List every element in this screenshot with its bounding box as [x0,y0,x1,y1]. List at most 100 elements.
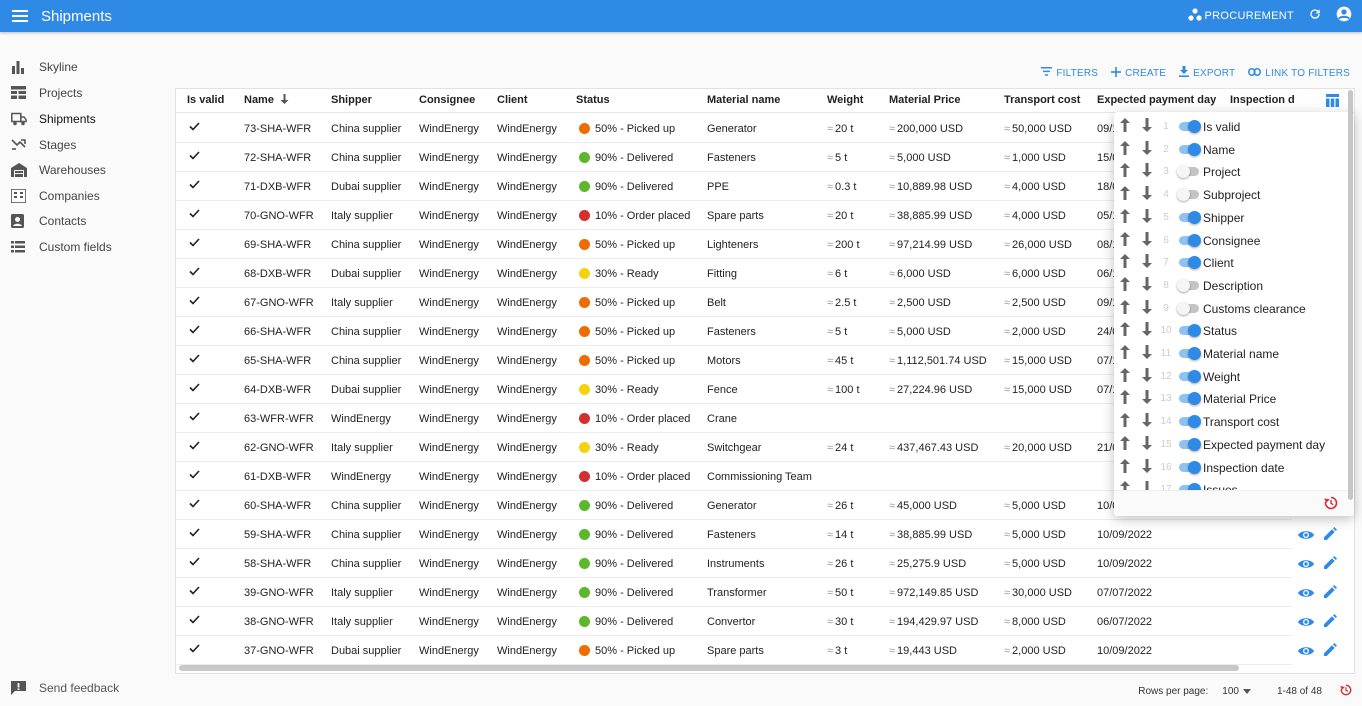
arrow-up-icon[interactable] [1119,231,1131,251]
column-visibility-toggle[interactable] [1177,278,1199,292]
arrow-up-icon[interactable] [1119,367,1131,387]
view-icon[interactable] [1298,586,1314,604]
sidebar-item-stages[interactable]: Stages [0,133,170,157]
arrow-up-icon[interactable] [1119,276,1131,296]
table-row[interactable]: 59-SHA-WFR China supplier WindEnergy WindEn… [176,520,1354,549]
arrow-up-icon[interactable] [1119,163,1131,182]
export-button[interactable]: EXPORT [1179,66,1235,80]
arrow-up-icon[interactable] [1119,322,1131,341]
arrow-down-icon[interactable] [1141,186,1153,205]
column-header-expected-payment-day[interactable]: Expected payment day [1097,94,1216,106]
arrow-down-icon[interactable] [1141,413,1153,432]
column-visibility-toggle[interactable] [1177,188,1199,202]
view-icon[interactable] [1298,528,1314,546]
column-header-client[interactable]: Client [497,94,528,106]
edit-icon[interactable] [1324,556,1337,574]
arrow-down-icon[interactable] [1141,299,1153,319]
arrow-down-icon[interactable] [1141,345,1153,364]
table-row[interactable]: 39-GNO-WFR Italy supplier WindEnergy WindEn… [176,578,1354,607]
send-feedback-button[interactable]: Send feedback [0,676,170,700]
arrow-up-icon[interactable] [1119,118,1131,137]
column-visibility-toggle[interactable] [1177,165,1199,179]
column-visibility-toggle[interactable] [1179,210,1201,224]
cell-weight: ≈45 t [827,355,853,367]
arrow-up-icon[interactable] [1119,413,1131,432]
column-header-consignee[interactable]: Consignee [419,94,475,106]
arrow-up-icon[interactable] [1119,345,1131,364]
menu-icon[interactable] [0,0,40,32]
sidebar-item-contacts[interactable]: Contacts [0,209,170,233]
arrow-up-icon[interactable] [1119,140,1131,160]
column-header-weight[interactable]: Weight [827,94,863,106]
column-visibility-toggle[interactable] [1179,460,1201,474]
column-header-material-name[interactable]: Material name [707,94,780,106]
column-visibility-toggle[interactable] [1179,437,1201,451]
sidebar-item-warehouses[interactable]: Warehouses [0,158,170,182]
edit-icon[interactable] [1324,585,1337,603]
column-header-inspection-date[interactable]: Inspection d [1230,94,1295,106]
arrow-down-icon[interactable] [1141,231,1153,251]
table-row[interactable]: 58-SHA-WFR China supplier WindEnergy WindEn… [176,549,1354,578]
sidebar-item-companies[interactable]: Companies [0,184,170,208]
panel-scrollbar[interactable] [1348,90,1353,500]
column-visibility-toggle[interactable] [1179,233,1201,247]
view-icon[interactable] [1298,615,1314,633]
arrow-down-icon[interactable] [1141,140,1153,160]
arrow-down-icon[interactable] [1141,458,1153,478]
column-header-status[interactable]: Status [576,94,610,106]
arrow-down-icon[interactable] [1141,367,1153,387]
rows-per-page-select[interactable]: 100 [1222,686,1251,697]
column-header-shipper[interactable]: Shipper [331,94,372,106]
column-header-material-price[interactable]: Material Price [889,94,961,106]
arrow-up-icon[interactable] [1119,390,1131,409]
column-visibility-toggle[interactable] [1179,369,1201,383]
column-header-is-valid[interactable]: Is valid [187,94,224,106]
filters-button[interactable]: FILTERS [1041,66,1098,80]
column-visibility-toggle[interactable] [1179,347,1201,360]
reset-columns-icon[interactable] [1324,496,1338,515]
arrow-up-icon[interactable] [1119,208,1131,228]
edit-icon[interactable] [1324,643,1337,661]
table-row[interactable]: 37-GNO-WFR Dubai supplier WindEnergy WindEn… [176,636,1354,665]
arrow-down-icon[interactable] [1141,208,1153,228]
sidebar-item-shipments[interactable]: Shipments [0,107,170,131]
horizontal-scrollbar[interactable] [179,665,1239,671]
arrow-down-icon[interactable] [1141,163,1153,182]
arrow-down-icon[interactable] [1141,276,1153,296]
column-visibility-toggle[interactable] [1179,120,1201,133]
arrow-down-icon[interactable] [1141,390,1153,409]
refresh-icon[interactable] [1308,7,1322,26]
arrow-up-icon[interactable] [1119,435,1131,455]
status-dot [579,326,590,337]
column-visibility-toggle[interactable] [1179,324,1201,338]
sidebar-item-skyline[interactable]: Skyline [0,55,170,79]
sidebar-item-custom-fields[interactable]: Custom fields [0,235,170,259]
arrow-up-icon[interactable] [1119,458,1131,478]
column-visibility-toggle[interactable] [1179,415,1201,429]
arrow-down-icon[interactable] [1141,254,1153,273]
arrow-down-icon[interactable] [1141,322,1153,341]
link-to-filters-button[interactable]: LINK TO FILTERS [1248,66,1350,80]
view-icon[interactable] [1298,557,1314,575]
edit-icon[interactable] [1324,527,1337,545]
arrow-up-icon[interactable] [1119,186,1131,205]
reset-icon[interactable] [1340,684,1352,699]
columns-settings-icon[interactable] [1326,94,1339,112]
arrow-down-icon[interactable] [1141,435,1153,455]
column-visibility-toggle[interactable] [1179,256,1201,270]
column-visibility-toggle[interactable] [1179,392,1201,406]
column-visibility-toggle[interactable] [1177,301,1199,315]
arrow-up-icon[interactable] [1119,254,1131,273]
column-header-transport-cost[interactable]: Transport cost [1004,94,1080,106]
view-icon[interactable] [1298,644,1314,662]
column-visibility-toggle[interactable] [1179,142,1201,156]
account-icon[interactable] [1336,6,1352,27]
column-header-name[interactable]: Name [244,94,289,106]
table-row[interactable]: 38-GNO-WFR Italy supplier WindEnergy WindEn… [176,607,1354,636]
edit-icon[interactable] [1324,614,1337,632]
sidebar-item-projects[interactable]: Projects [0,81,170,105]
arrow-down-icon[interactable] [1141,118,1153,137]
arrow-up-icon[interactable] [1119,299,1131,319]
create-button[interactable]: CREATE [1111,66,1166,80]
procurement-switch[interactable]: PROCUREMENT [1187,7,1294,25]
